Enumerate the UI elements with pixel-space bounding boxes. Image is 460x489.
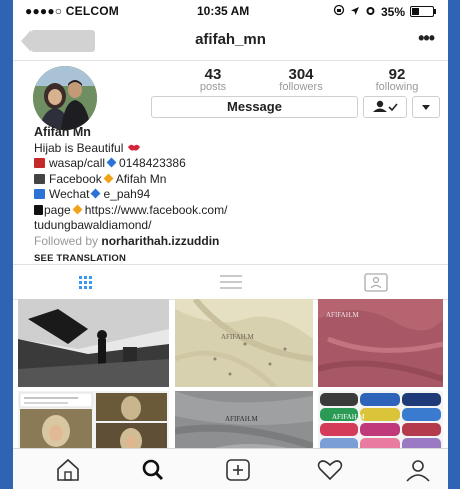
divider [13, 60, 448, 61]
heart-icon [317, 460, 343, 481]
bio-text: Facebook [49, 171, 102, 186]
bio-link[interactable]: https://www.facebook.com/ [85, 203, 228, 217]
message-button[interactable]: Message [151, 96, 358, 118]
post-watermark: AFIFAH.M [225, 415, 259, 423]
suggestions-dropdown-button[interactable] [412, 96, 440, 118]
home-tab[interactable] [53, 457, 83, 483]
following-label: following [375, 81, 419, 93]
bio-text: wasap/call [49, 156, 106, 170]
profile-bio: Afifah Mn Hijab is Beautiful wasap/call 0… [34, 125, 434, 267]
bio-line: page https://www.facebook.com/ [34, 203, 434, 219]
posts-label: posts [199, 81, 227, 93]
wc-icon [34, 189, 45, 199]
bio-text: page [44, 202, 71, 217]
bio-line: Facebook Afifah Mn [34, 172, 434, 188]
post-thumbnail[interactable]: AFIFAH.M [175, 299, 313, 387]
navigation-bar: afifah_mn ••• [13, 22, 448, 60]
blue-diamond-icon [91, 188, 101, 199]
new-post-tab[interactable] [223, 457, 253, 483]
status-bar: ●●●●○ CELCOM 10:35 AM 35% [13, 0, 448, 20]
bio-text: Hijab is Beautiful [34, 140, 124, 155]
add-post-icon [226, 459, 250, 481]
post-watermark: AFIFAH.M [332, 413, 366, 421]
post-thumbnail[interactable] [18, 299, 169, 387]
post-watermark: AFIFAH.M [221, 333, 255, 341]
search-tab[interactable] [138, 457, 168, 483]
triangle-down-icon [422, 105, 430, 110]
tab-grid[interactable] [13, 265, 158, 299]
following-stat[interactable]: 92 following [357, 66, 437, 93]
profile-name: Afifah Mn [34, 125, 91, 139]
search-icon [142, 459, 164, 481]
followers-label: followers [279, 81, 323, 93]
tab-tagged[interactable] [303, 265, 448, 299]
followers-stat[interactable]: 304 followers [261, 66, 341, 93]
person-check-icon [373, 100, 398, 112]
post-watermark: AFIFAH.M [326, 311, 360, 319]
profile-view-tabs [13, 264, 448, 300]
bottom-tab-bar [13, 448, 448, 489]
bio-text: Wechat [49, 187, 90, 201]
list-icon [220, 275, 242, 289]
bio-line: Wechat e_pah94 [34, 187, 434, 203]
profile-tab[interactable] [403, 457, 433, 483]
orange-diamond-icon [103, 173, 114, 183]
bio-line: wasap/call 0148423386 [34, 156, 434, 172]
followed-by-prefix: Followed by [34, 233, 99, 248]
home-icon [57, 458, 79, 481]
location-icon [350, 5, 360, 19]
bio-text: e_pah94 [103, 187, 151, 201]
p-button-icon [34, 204, 43, 215]
post-thumbnail[interactable]: AFIFAH.M [318, 299, 443, 387]
avatar[interactable] [33, 66, 97, 130]
profile-username: afifah_mn [195, 31, 266, 48]
following-toggle-button[interactable] [363, 96, 407, 118]
posts-stat: 43 posts [173, 66, 253, 93]
tablet-icon [34, 173, 45, 184]
followed-by-user[interactable]: norharithah.izzuddin [101, 234, 219, 248]
phone-number[interactable]: 0148423386 [119, 156, 186, 170]
bio-link-continued[interactable]: tudungbawaldiamond/ [34, 218, 434, 234]
profile-icon [406, 460, 430, 482]
bio-text: Afifah Mn [115, 171, 167, 186]
tab-list[interactable] [158, 265, 303, 299]
lips-icon [127, 141, 141, 155]
clock: 10:35 AM [197, 4, 250, 18]
status-icons: 35% [333, 4, 436, 19]
battery-icon [410, 6, 436, 17]
blue-diamond-icon [106, 157, 117, 168]
orange-diamond-icon [72, 204, 83, 214]
battery-percent: 35% [380, 4, 405, 19]
tagged-person-icon [364, 273, 388, 292]
followed-by[interactable]: Followed by norharithah.izzuddin [34, 234, 434, 250]
carrier: ●●●●○ CELCOM [25, 4, 119, 18]
phone-screen: ●●●●○ CELCOM 10:35 AM 35% afifah_mn ••• [13, 0, 448, 489]
activity-tab[interactable] [315, 457, 345, 483]
grid-icon [79, 276, 92, 289]
bio-line: Hijab is Beautiful [34, 141, 434, 157]
alarm-icon [365, 5, 376, 19]
more-options-icon[interactable]: ••• [418, 28, 435, 49]
rotation-lock-icon [333, 4, 345, 19]
phone-icon [34, 158, 45, 168]
